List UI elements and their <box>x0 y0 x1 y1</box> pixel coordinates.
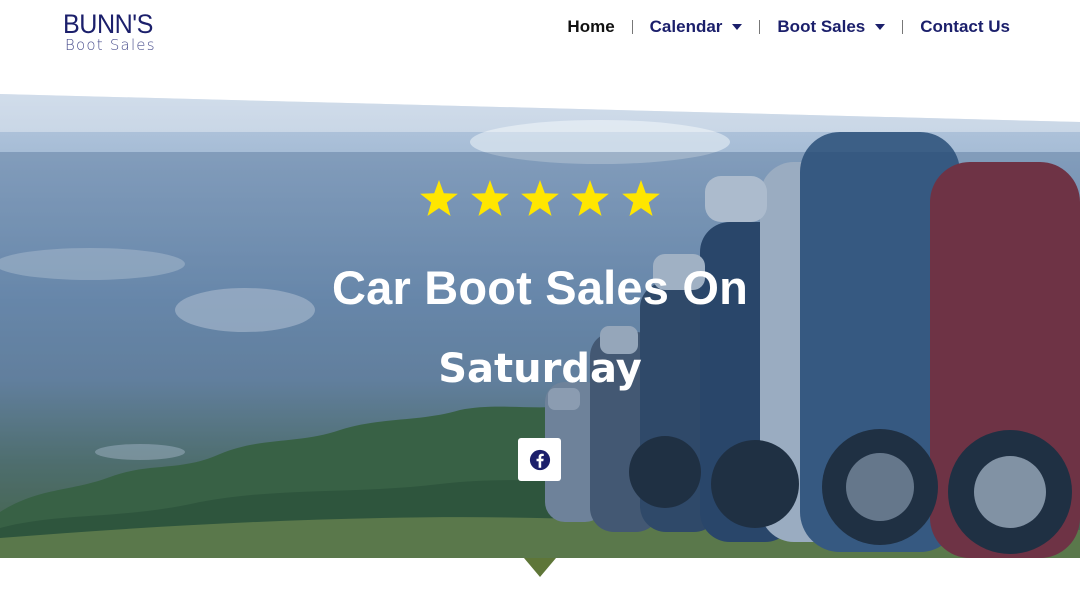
logo-main-text: BUNN'S <box>63 9 153 39</box>
star-icon <box>521 180 559 217</box>
facebook-button[interactable] <box>518 438 561 481</box>
hero-top-divider <box>0 92 1080 132</box>
caret-down-icon[interactable] <box>732 24 743 30</box>
nav-item-contact-us[interactable]: Contact Us <box>920 17 1010 37</box>
section-down-arrow <box>524 558 556 577</box>
star-icon <box>470 180 509 217</box>
star-icon <box>622 180 660 217</box>
main-nav: Home Calendar Boot Sales Contact Us <box>567 14 1010 40</box>
star-icon <box>571 180 610 217</box>
site-logo[interactable]: BUNN'S Boot Sales <box>63 10 183 53</box>
facebook-icon <box>529 449 550 470</box>
nav-item-label: Home <box>567 17 615 36</box>
nav-item-calendar[interactable]: Calendar <box>650 17 743 37</box>
nav-item-label: Boot Sales <box>777 17 866 36</box>
nav-item-boot-sales[interactable]: Boot Sales <box>777 17 886 37</box>
star-icon <box>420 180 458 217</box>
nav-divider <box>902 20 904 34</box>
nav-item-home[interactable]: Home <box>567 17 614 37</box>
star-rating <box>0 180 1080 223</box>
caret-down-icon[interactable] <box>875 24 886 30</box>
hero-subtitle: Saturday <box>438 346 642 392</box>
nav-item-label: Contact Us <box>920 17 1010 36</box>
hero-title: Car Boot Sales On <box>331 261 749 314</box>
hero-banner: Car Boot Sales On Saturday <box>0 92 1080 558</box>
page: BUNN'S Boot Sales Home Calendar Boot Sal… <box>0 0 1080 600</box>
logo-sub-text: Boot Sales <box>65 36 156 54</box>
nav-divider <box>759 20 761 34</box>
site-header: BUNN'S Boot Sales Home Calendar Boot Sal… <box>0 0 1080 92</box>
nav-item-label: Calendar <box>649 17 723 36</box>
nav-divider <box>631 20 633 34</box>
